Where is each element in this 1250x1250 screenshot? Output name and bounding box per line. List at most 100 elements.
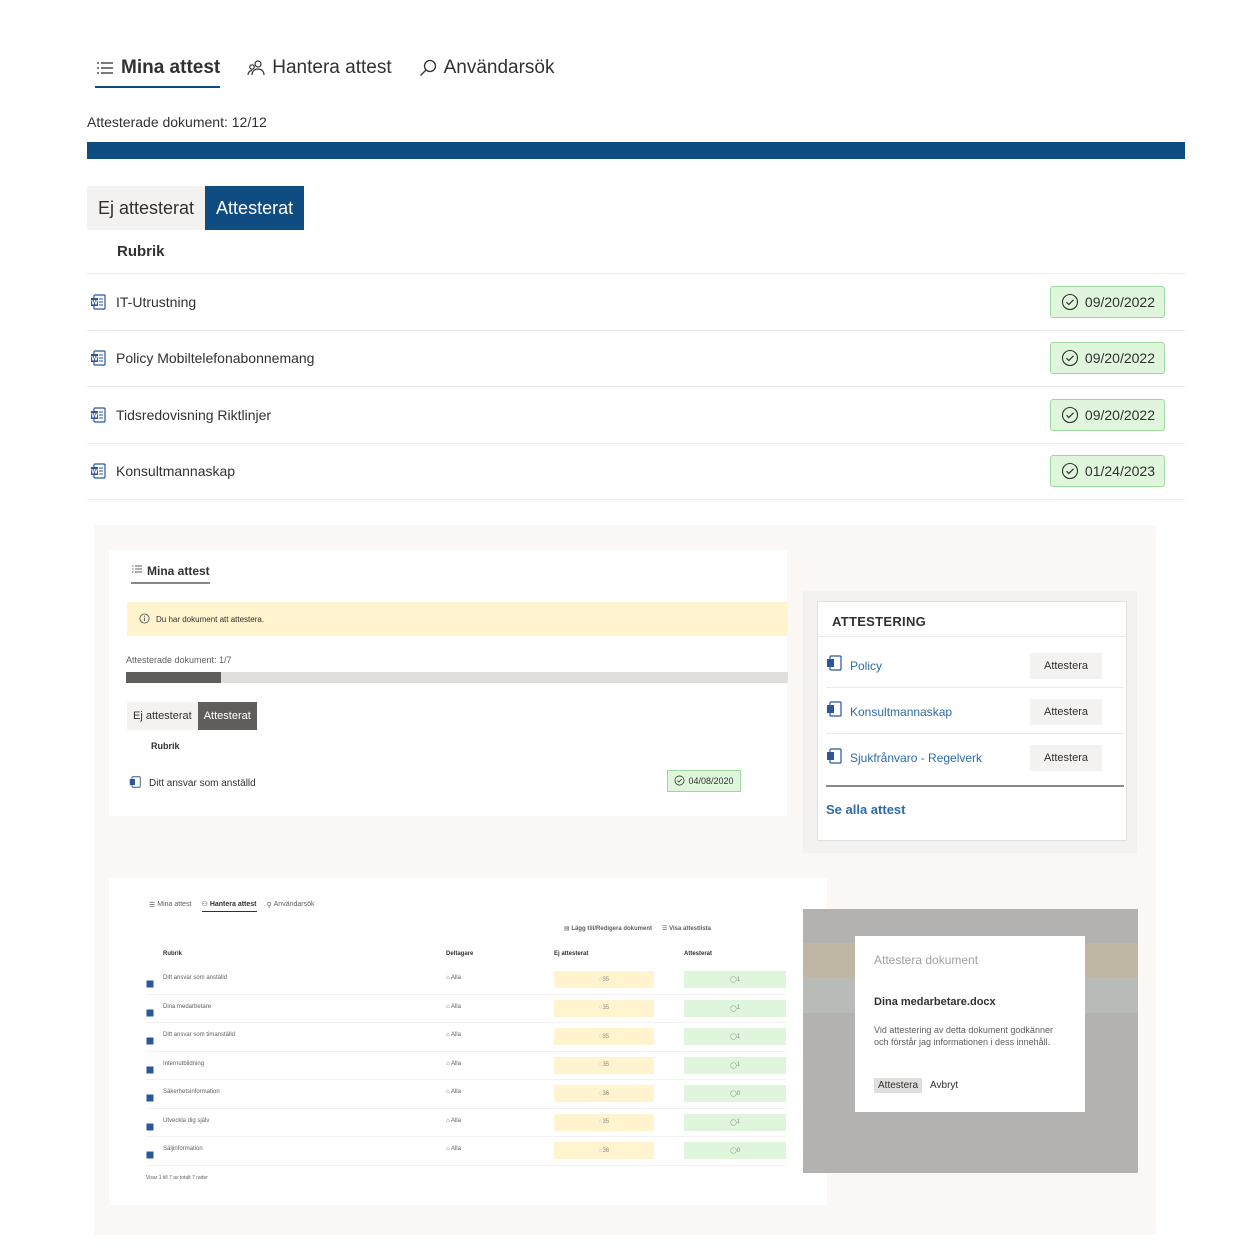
preview-action: ☰ Visa attestlista <box>662 926 711 932</box>
preview-progress-label: Attesterade dokument: 1/7 <box>126 655 232 665</box>
preview-header-attested: Attesterat <box>684 951 713 957</box>
preview-participants-value: Alla <box>450 975 461 981</box>
preview-action-label: Lägg till/Redigera dokument <box>571 926 653 932</box>
word-doc-icon: W <box>90 407 106 423</box>
preview-table-row: Ditt ansvar som timanställd ⌂ Alla ◌ 35 … <box>146 1023 786 1052</box>
svg-text:W: W <box>91 356 98 363</box>
preview-action-label: Visa attestlista <box>669 926 711 932</box>
word-doc-icon <box>146 1146 154 1164</box>
attested-date: 09/20/2022 <box>1084 350 1155 367</box>
table-row[interactable]: W Tidsredovisning Riktlinjer 09/20/2022 <box>87 387 1185 444</box>
filter-attested-button[interactable]: Attesterat <box>205 186 305 230</box>
check-circle-icon <box>1060 461 1080 481</box>
preview-row-title: Internutbildning <box>163 1060 205 1067</box>
preview-table-row: Dina medarbetare ⌂ Alla ◌ 35 ◯ 1 <box>146 995 786 1023</box>
preview-tab-label: Mina attest <box>147 563 210 578</box>
preview-row-participants: ⌂ Alla <box>446 1146 461 1152</box>
document-list: W IT-Utrustning 09/20/2022 W Policy Mobi… <box>87 273 1185 500</box>
word-doc-icon <box>826 701 842 722</box>
dialog-document-name: Dina medarbetare.docx <box>874 996 996 1008</box>
preview-table-row: Internutbildning ⌂ Alla ◌ 35 ◯ 1 <box>146 1052 786 1080</box>
preview-count-value: 35 <box>602 1033 610 1040</box>
check-circle-icon <box>1060 292 1080 312</box>
attestering-title: ATTESTERING <box>832 614 927 629</box>
preview-table-row: Utveckla dig själv ⌂ Alla ◌ 35 ◯ 1 <box>146 1109 786 1137</box>
preview-count-value: 1 <box>736 1033 741 1040</box>
preview-not-attested-count: ◌ 35 <box>554 1113 654 1131</box>
table-row[interactable]: W Policy Mobiltelefonabonnemang 09/20/20… <box>87 331 1185 387</box>
preview-tab: ☰ Mina attest <box>149 900 192 912</box>
preview-row-title: Säkerhetsinformation <box>163 1089 220 1095</box>
preview-participants-value: Alla <box>450 1089 461 1095</box>
divider <box>818 636 1126 637</box>
row-title[interactable]: Tidsredovisning Riktlinjer <box>116 407 271 423</box>
preview-column-header: Rubrik <box>151 741 180 751</box>
preview-date: 04/08/2020 <box>688 776 734 786</box>
preview-table-row: Säkerhetsinformation ⌂ Alla ◌ 36 ◯ 0 <box>146 1080 786 1109</box>
preview-attested-count: ◯ 0 <box>684 1085 786 1102</box>
attested-date-badge: 09/20/2022 <box>1049 285 1165 318</box>
preview-filter-attested: Attesterat <box>197 702 257 730</box>
preview-table-row: Säljinformation ⌂ Alla ◌ 36 ◯ 0 <box>146 1137 786 1166</box>
preview-row-participants: ⌂ Alla <box>446 1003 461 1010</box>
preview-row-participants: ⌂ Alla <box>446 1032 461 1038</box>
row-title[interactable]: Konsultmannaskap <box>116 463 235 479</box>
preview-tab-label: Mina attest <box>157 901 192 908</box>
attestera-button: Attestera <box>1030 745 1102 771</box>
attested-date-badge: 09/20/2022 <box>1049 398 1165 431</box>
progress-label: Attesterade dokument: 12/12 <box>87 114 267 130</box>
people-icon <box>246 58 266 78</box>
tab-mina-attest[interactable]: Mina attest <box>95 50 221 88</box>
preview-progress-fill <box>126 672 221 683</box>
word-doc-icon <box>146 1032 154 1050</box>
preview-actions: ▤ Lägg till/Redigera dokument ☰ Visa att… <box>564 925 711 932</box>
preview-attested-count: ◯ 1 <box>684 999 786 1017</box>
table-row[interactable]: W IT-Utrustning 09/20/2022 <box>87 274 1185 331</box>
attestering-card: ATTESTERING Policy Attestera Konsultmann… <box>817 601 1127 841</box>
divider <box>826 785 1124 787</box>
attested-date-badge: 09/20/2022 <box>1049 342 1165 375</box>
preview-header-not-attested: Ej attesterat <box>554 951 589 957</box>
preview-row-title: Ditt ansvar som anställd <box>149 777 256 789</box>
list-icon <box>95 58 115 78</box>
attested-date: 01/24/2023 <box>1084 463 1155 480</box>
preview-row: Ditt ansvar som anställd <box>129 770 749 796</box>
attested-date-badge: 01/24/2023 <box>1049 455 1165 488</box>
dialog-text: Vid attestering av detta dokument godkän… <box>874 1025 1053 1047</box>
preview-tab-label: Användarsök <box>273 901 315 908</box>
people-icon: ⚇ <box>201 901 208 908</box>
preview-action: ▤ Lägg till/Redigera dokument <box>564 926 653 932</box>
preview-count-value: 1 <box>736 1119 741 1125</box>
tab-hantera-attest[interactable]: Hantera attest <box>246 50 392 86</box>
preview-count-value: 35 <box>602 1062 610 1068</box>
word-doc-icon: W <box>90 294 106 310</box>
preview-attested-count: ◯ 1 <box>684 971 786 988</box>
preview-not-attested-count: ◌ 36 <box>554 1085 654 1102</box>
attestering-item-name: Konsultmannaskap <box>850 704 953 719</box>
preview-not-attested-count: ◌ 35 <box>554 1056 654 1074</box>
tab-anvandarsok[interactable]: Användarsök <box>418 50 555 86</box>
preview-tab-mina-attest: Mina attest <box>131 563 210 584</box>
preview-attested-count: ◯ 0 <box>684 1142 786 1159</box>
preview-participants-value: Alla <box>450 1032 461 1038</box>
attestering-item-name: Sjukfrånvaro - Regelverk <box>850 751 983 765</box>
preview-tab-bar: ☰ Mina attest ⚇ Hantera attest ⚲ Användarsö… <box>149 900 315 912</box>
progress-fill <box>87 142 1185 159</box>
dialog-buttons: Attestera Avbryt <box>874 1078 962 1093</box>
preview-attested-count: ◯ 1 <box>684 1113 786 1131</box>
table-row[interactable]: W Konsultmannaskap 01/24/2023 <box>87 444 1185 500</box>
preview-row-title: Utveckla dig själv <box>163 1117 210 1124</box>
word-doc-icon <box>146 1118 154 1136</box>
preview-row-title: Säljinformation <box>163 1146 203 1152</box>
preview-table-footer: Visar 1 till 7 av totalt 7 rader <box>146 1175 208 1181</box>
search-icon: ⚲ <box>266 901 272 909</box>
filter-not-attested-button[interactable]: Ej attesterat <box>87 186 206 230</box>
preview-count-value: 36 <box>602 1090 610 1097</box>
column-header-rubrik: Rubrik <box>117 243 165 260</box>
preview-not-attested-count: ◌ 35 <box>554 971 654 988</box>
tab-label: Mina attest <box>121 57 221 78</box>
row-title[interactable]: Policy Mobiltelefonabonnemang <box>116 350 314 366</box>
preview-row-participants: ⌂ Alla <box>446 1089 461 1095</box>
word-doc-icon <box>146 1089 154 1107</box>
row-title[interactable]: IT-Utrustning <box>116 294 196 310</box>
